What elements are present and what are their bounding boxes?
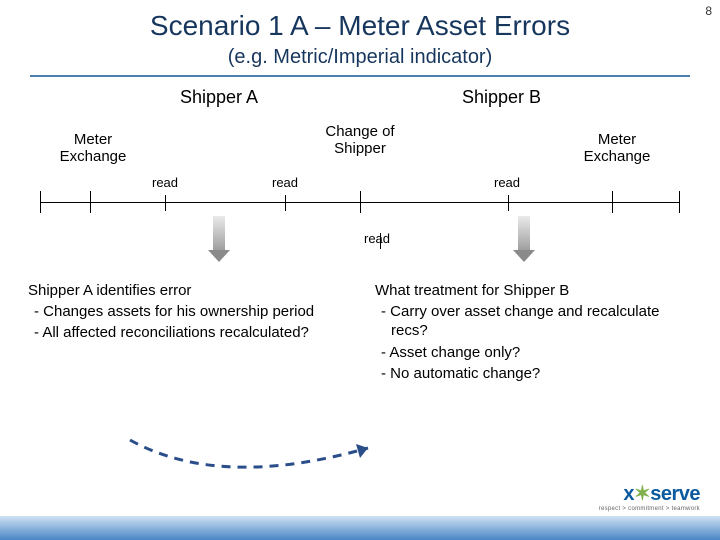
slide-title: Scenario 1 A – Meter Asset Errors bbox=[0, 0, 720, 42]
left-bullet-1: - Changes assets for his ownership perio… bbox=[28, 302, 345, 321]
change-of-shipper-label: Change of Shipper bbox=[310, 123, 410, 158]
read-label-4: read bbox=[364, 231, 390, 246]
logo: x✶serve respect > commitment > teamwork bbox=[599, 481, 700, 512]
read-label-1: read bbox=[152, 175, 178, 190]
dashed-curve-arrow bbox=[120, 432, 380, 482]
page-number: 8 bbox=[705, 4, 712, 18]
logo-text: x✶serve bbox=[599, 481, 700, 506]
right-bullet-1: - Carry over asset change and recalculat… bbox=[375, 302, 692, 340]
shipper-b-label: Shipper B bbox=[462, 87, 541, 108]
right-bullet-3: - No automatic change? bbox=[375, 364, 692, 383]
arrow-shipper-a bbox=[210, 216, 228, 260]
read-label-3: read bbox=[494, 175, 520, 190]
timeline bbox=[40, 193, 680, 213]
read-label-2: read bbox=[272, 175, 298, 190]
logo-tagline: respect > commitment > teamwork bbox=[599, 506, 700, 512]
slide-subtitle: (e.g. Metric/Imperial indicator) bbox=[0, 42, 720, 75]
meter-exchange-right-label: Meter Exchange bbox=[572, 131, 662, 166]
arrow-shipper-b bbox=[515, 216, 533, 260]
meter-exchange-left-label: Meter Exchange bbox=[48, 131, 138, 166]
title-underline bbox=[30, 75, 690, 77]
shipper-a-label: Shipper A bbox=[180, 87, 258, 108]
footer-bar bbox=[0, 516, 720, 540]
left-bullet-2: - All affected reconciliations recalcula… bbox=[28, 323, 345, 342]
timeline-diagram: Shipper A Shipper B Meter Exchange Chang… bbox=[20, 81, 700, 301]
right-bullet-2: - Asset change only? bbox=[375, 343, 692, 362]
